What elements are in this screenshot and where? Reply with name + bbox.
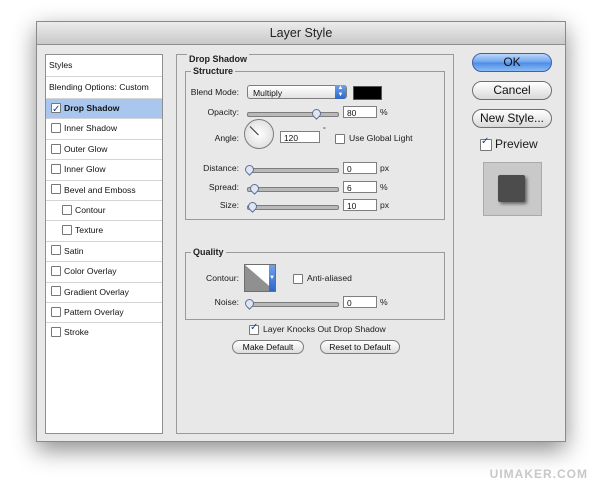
site-watermark: UIMAKER.COM <box>489 467 588 481</box>
style-item-pattern-overlay[interactable]: Pattern Overlay <box>46 303 162 324</box>
style-item-label: Stroke <box>64 327 89 338</box>
distance-slider[interactable] <box>243 163 339 176</box>
preview-label: Preview <box>495 137 538 151</box>
style-item-outer-glow[interactable]: Outer Glow <box>46 140 162 161</box>
style-item-label: Color Overlay <box>64 266 117 277</box>
style-item-texture[interactable]: Texture <box>46 221 162 242</box>
opacity-unit: % <box>380 107 388 117</box>
style-item-label: Inner Glow <box>64 164 106 175</box>
style-item-drop-shadow[interactable]: Drop Shadow <box>46 99 162 120</box>
distance-label: Distance: <box>203 163 239 173</box>
angle-unit: ° <box>323 127 326 134</box>
anti-aliased-checkbox[interactable] <box>293 274 303 284</box>
style-item-checkbox[interactable] <box>51 306 61 317</box>
styles-header[interactable]: Styles <box>46 55 162 77</box>
quality-title: Quality <box>191 247 226 257</box>
style-item-checkbox[interactable] <box>62 204 72 215</box>
blend-mode-value: Multiply <box>253 88 283 98</box>
style-item-gradient-overlay[interactable]: Gradient Overlay <box>46 283 162 303</box>
angle-dial[interactable] <box>244 119 274 149</box>
opacity-label: Opacity: <box>207 107 239 117</box>
noise-slider[interactable] <box>243 297 339 310</box>
style-item-color-overlay[interactable]: Color Overlay <box>46 262 162 283</box>
dropdown-arrow-icon: ▼ <box>269 265 275 291</box>
contour-label: Contour: <box>206 273 239 283</box>
opacity-slider[interactable] <box>247 107 339 120</box>
spread-label: Spread: <box>208 182 239 192</box>
use-global-light-label: Use Global Light <box>349 133 413 143</box>
style-item-inner-shadow[interactable]: Inner Shadow <box>46 119 162 140</box>
size-field[interactable]: 10 <box>343 199 377 211</box>
size-unit: px <box>380 200 390 210</box>
size-label: Size: <box>219 200 239 210</box>
noise-label: Noise: <box>214 297 239 307</box>
style-item-checkbox[interactable] <box>51 184 61 195</box>
style-item-label: Outer Glow <box>64 143 108 154</box>
layer-style-dialog: Layer Style Styles Blending Options: Cus… <box>36 21 566 442</box>
style-preview-thumbnail <box>483 162 542 216</box>
layer-knocks-out-checkbox[interactable] <box>249 322 259 335</box>
style-item-label: Pattern Overlay <box>64 306 124 317</box>
angle-field[interactable]: 120 <box>280 131 320 143</box>
use-global-light-checkbox[interactable] <box>335 134 345 144</box>
spread-slider[interactable] <box>247 182 339 195</box>
blend-mode-select[interactable]: Multiply ▲ ▼ <box>247 85 347 99</box>
quality-group <box>185 252 445 320</box>
style-item-checkbox[interactable] <box>62 225 72 236</box>
style-item-label: Contour <box>75 204 106 215</box>
distance-field[interactable]: 0 <box>343 162 377 174</box>
style-item-checkbox[interactable] <box>51 163 61 174</box>
styles-list: Styles Blending Options: Custom Drop Sha… <box>45 54 163 434</box>
style-item-satin[interactable]: Satin <box>46 242 162 263</box>
style-item-checkbox[interactable] <box>51 100 61 119</box>
opacity-field[interactable]: 80 <box>343 106 377 118</box>
preview-shadowed-square <box>498 175 525 202</box>
angle-dial-hand <box>249 126 259 136</box>
ok-button[interactable]: OK <box>472 53 552 72</box>
anti-aliased-label: Anti-aliased <box>307 273 352 283</box>
style-item-label: Inner Shadow <box>64 123 118 134</box>
shadow-color-swatch[interactable] <box>353 86 382 100</box>
style-item-label: Satin <box>64 245 84 256</box>
style-item-checkbox[interactable] <box>51 123 61 134</box>
style-item-stroke[interactable]: Stroke <box>46 323 162 342</box>
new-style-button[interactable]: New Style... <box>472 109 552 128</box>
drop-shadow-panel: Drop Shadow Structure Blend Mode: Multip… <box>176 54 454 434</box>
dialog-title: Layer Style <box>37 22 565 45</box>
size-slider[interactable] <box>246 200 339 213</box>
spread-unit: % <box>380 182 388 192</box>
noise-unit: % <box>380 297 388 307</box>
reset-to-default-button[interactable]: Reset to Default <box>320 340 400 354</box>
style-item-checkbox[interactable] <box>51 245 61 256</box>
updown-arrows-icon: ▲ ▼ <box>335 85 346 99</box>
style-item-checkbox[interactable] <box>51 265 61 276</box>
style-item-label: Drop Shadow <box>64 103 120 113</box>
structure-title: Structure <box>191 66 236 76</box>
style-item-label: Texture <box>75 225 104 236</box>
noise-field[interactable]: 0 <box>343 296 377 308</box>
style-item-inner-glow[interactable]: Inner Glow <box>46 160 162 181</box>
style-item-label: Bevel and Emboss <box>64 184 136 195</box>
cancel-button[interactable]: Cancel <box>472 81 552 100</box>
contour-picker[interactable]: ▼ <box>244 264 276 292</box>
style-item-checkbox[interactable] <box>51 327 61 338</box>
preview-checkbox[interactable] <box>480 136 492 151</box>
blending-options-item[interactable]: Blending Options: Custom <box>46 77 162 99</box>
layer-knocks-out-label: Layer Knocks Out Drop Shadow <box>263 324 386 334</box>
style-item-contour[interactable]: Contour <box>46 201 162 222</box>
style-item-bevel-and-emboss[interactable]: Bevel and Emboss <box>46 181 162 201</box>
style-item-checkbox[interactable] <box>51 143 61 154</box>
spread-field[interactable]: 6 <box>343 181 377 193</box>
distance-unit: px <box>380 163 390 173</box>
style-item-label: Gradient Overlay <box>64 286 129 297</box>
drop-shadow-title: Drop Shadow <box>187 54 249 64</box>
make-default-button[interactable]: Make Default <box>232 340 304 354</box>
angle-label: Angle: <box>214 133 239 143</box>
blend-mode-label: Blend Mode: <box>190 87 239 97</box>
style-item-checkbox[interactable] <box>51 286 61 297</box>
